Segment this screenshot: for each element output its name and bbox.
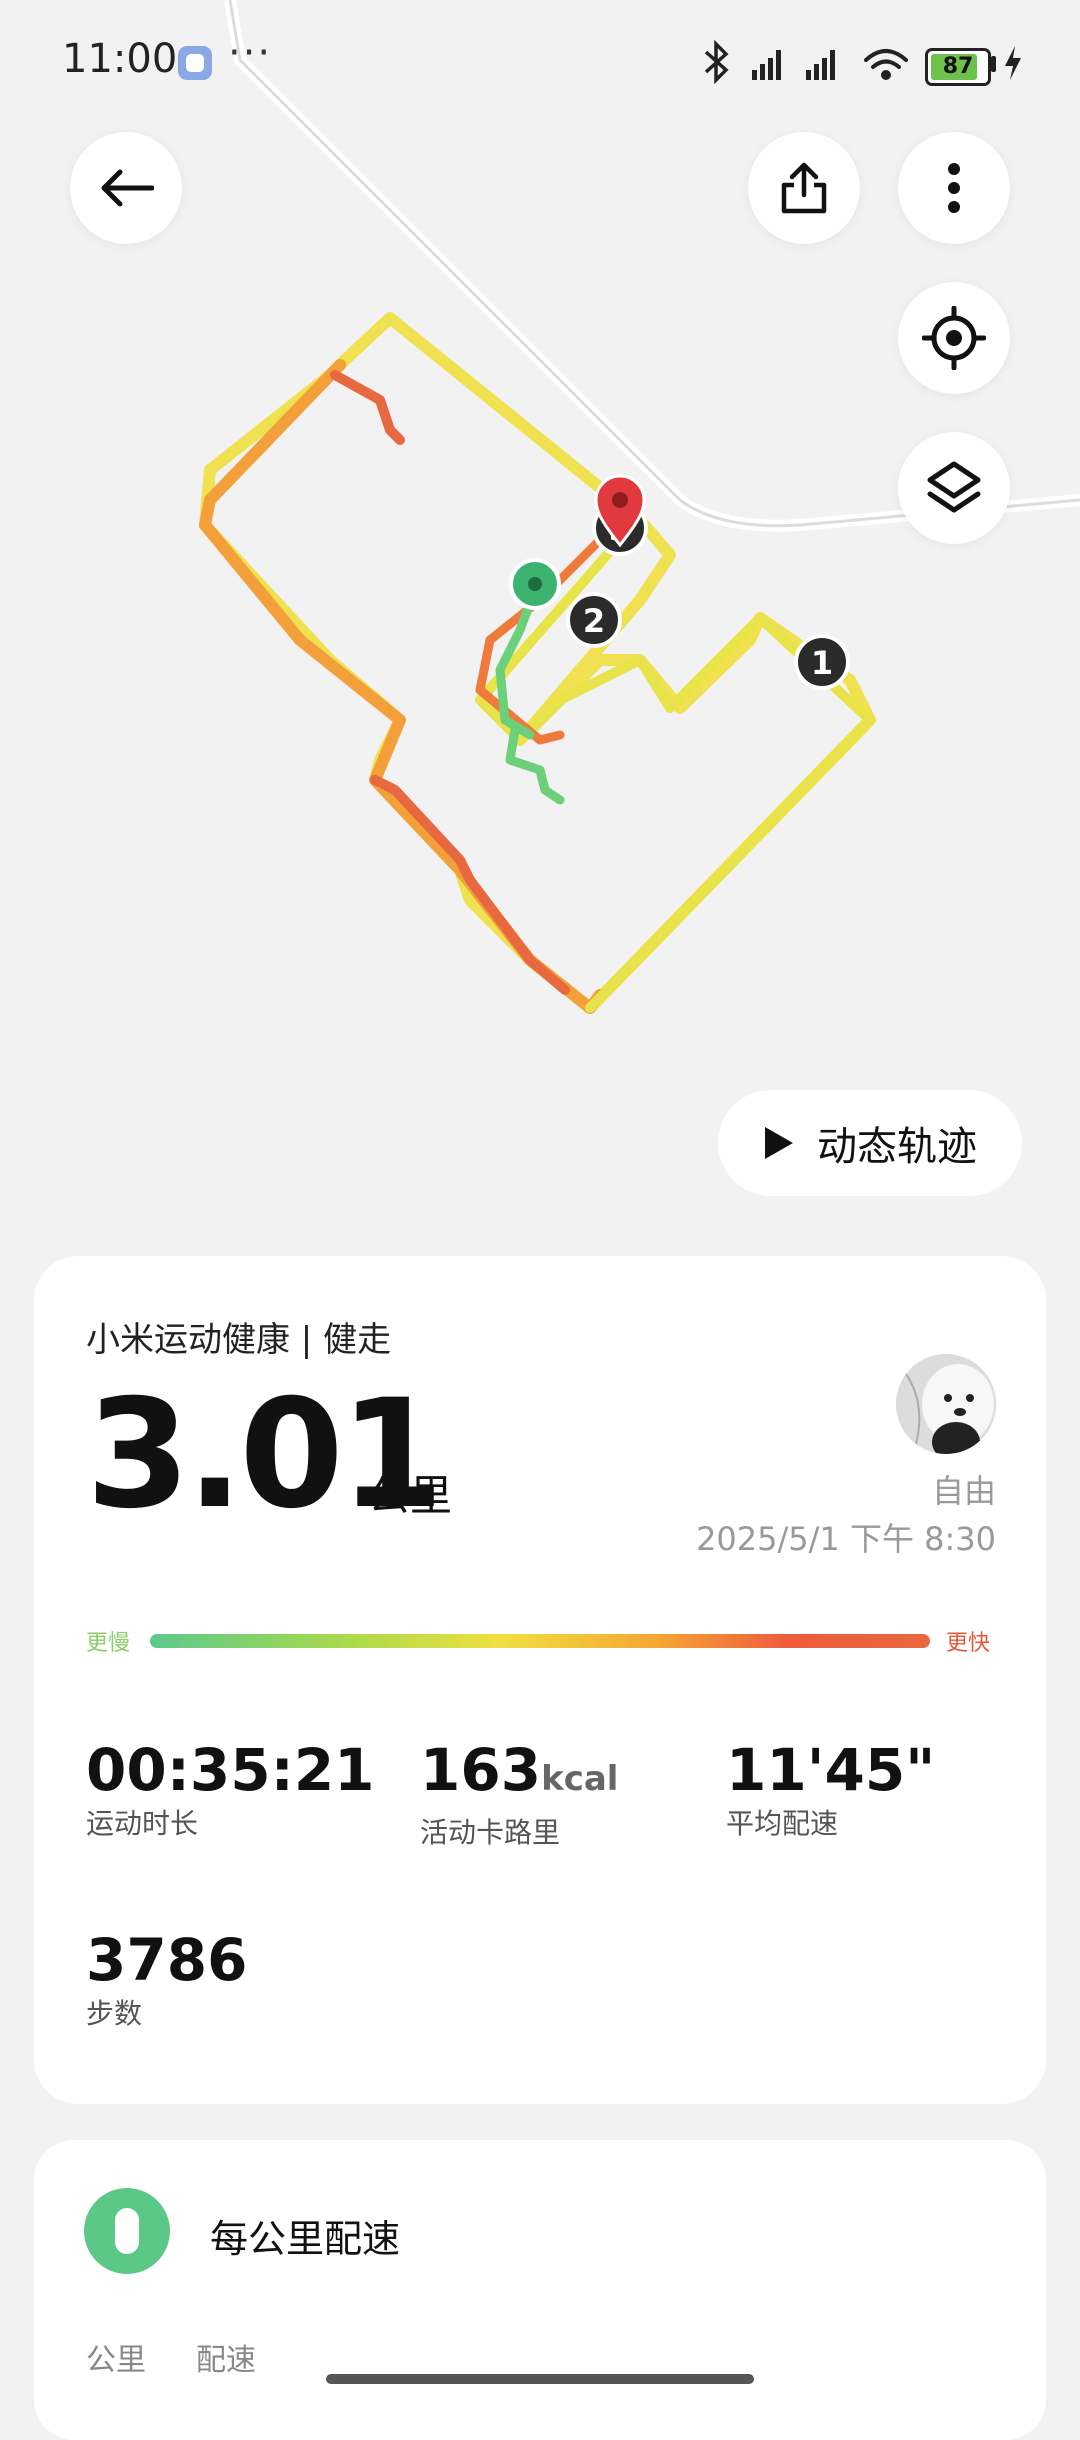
route-track-red — [330, 370, 570, 995]
layers-icon — [927, 461, 981, 513]
duration-value: 00:35:21 — [86, 1736, 375, 1804]
faster-label: 更快 — [946, 1631, 991, 1656]
battery-level: 87 — [942, 54, 974, 79]
distance-unit: 公里 — [368, 1471, 453, 1520]
route-track-outer — [199, 312, 876, 1014]
more-vertical-icon — [948, 163, 960, 213]
calories-value: 163 — [420, 1736, 542, 1804]
play-icon — [765, 1127, 793, 1159]
home-indicator[interactable] — [326, 2374, 754, 2384]
route-track-orange — [199, 359, 606, 1014]
km-marker-2-label: 2 — [583, 602, 605, 640]
battery-tip — [991, 56, 996, 72]
start-point-marker — [509, 558, 561, 610]
avg-pace-value: 11'45" — [726, 1736, 936, 1804]
map-layers-button[interactable] — [898, 432, 1010, 544]
per-km-pace-title: 每公里配速 — [210, 2217, 401, 2261]
dynamic-track-button[interactable]: 动态轨迹 — [718, 1090, 1022, 1196]
locate-button[interactable] — [898, 282, 1010, 394]
calories-unit: kcal — [541, 1759, 619, 1799]
stat-calories: 163kcal 活动卡路里 — [420, 1738, 618, 1851]
per-km-pace-section[interactable] — [34, 2140, 1046, 2440]
pace-section-icon — [84, 2188, 170, 2274]
km-marker-1-label: 1 — [811, 644, 833, 682]
pace-gradient-legend — [150, 1634, 930, 1648]
share-icon — [781, 162, 827, 214]
duration-label: 运动时长 — [86, 1807, 199, 1840]
locate-target-icon — [922, 306, 986, 370]
back-arrow-icon — [101, 169, 154, 207]
share-button[interactable] — [748, 132, 860, 244]
km-marker-2: 2 — [566, 592, 622, 648]
avatar-bear-image — [896, 1354, 996, 1454]
dynamic-track-label: 动态轨迹 — [817, 1124, 977, 1170]
avg-pace-label: 平均配速 — [726, 1807, 839, 1840]
status-time: 11:00 — [62, 36, 178, 82]
avatar[interactable] — [896, 1354, 996, 1454]
calories-label: 活动卡路里 — [420, 1816, 561, 1849]
more-notifications-icon: ··· — [228, 30, 273, 76]
signal-2-icon — [806, 50, 835, 80]
stat-avg-pace: 11'45" 平均配速 — [726, 1738, 935, 1842]
app-activity-label: 小米运动健康 | 健走 — [86, 1320, 392, 1360]
signal-1-icon — [752, 50, 781, 80]
bluetooth-icon — [704, 39, 729, 85]
battery-icon: 87 — [925, 48, 991, 86]
stat-steps: 3786 步数 — [86, 1928, 247, 2032]
workout-datetime: 2025/5/1 下午 8:30 — [696, 1520, 996, 1558]
back-button[interactable] — [70, 132, 182, 244]
more-options-button[interactable] — [898, 132, 1010, 244]
workout-mode: 自由 — [931, 1472, 996, 1510]
slower-label: 更慢 — [86, 1631, 131, 1656]
steps-value: 3786 — [86, 1926, 248, 1994]
notification-app-icon — [178, 46, 212, 80]
charging-icon — [1005, 46, 1021, 80]
steps-label: 步数 — [86, 1997, 143, 2030]
column-header-pace: 配速 — [196, 2343, 256, 2378]
km-marker-1: 1 — [794, 634, 850, 690]
wifi-icon — [864, 49, 908, 80]
stat-duration: 00:35:21 运动时长 — [86, 1738, 375, 1842]
column-header-km: 公里 — [86, 2343, 146, 2378]
